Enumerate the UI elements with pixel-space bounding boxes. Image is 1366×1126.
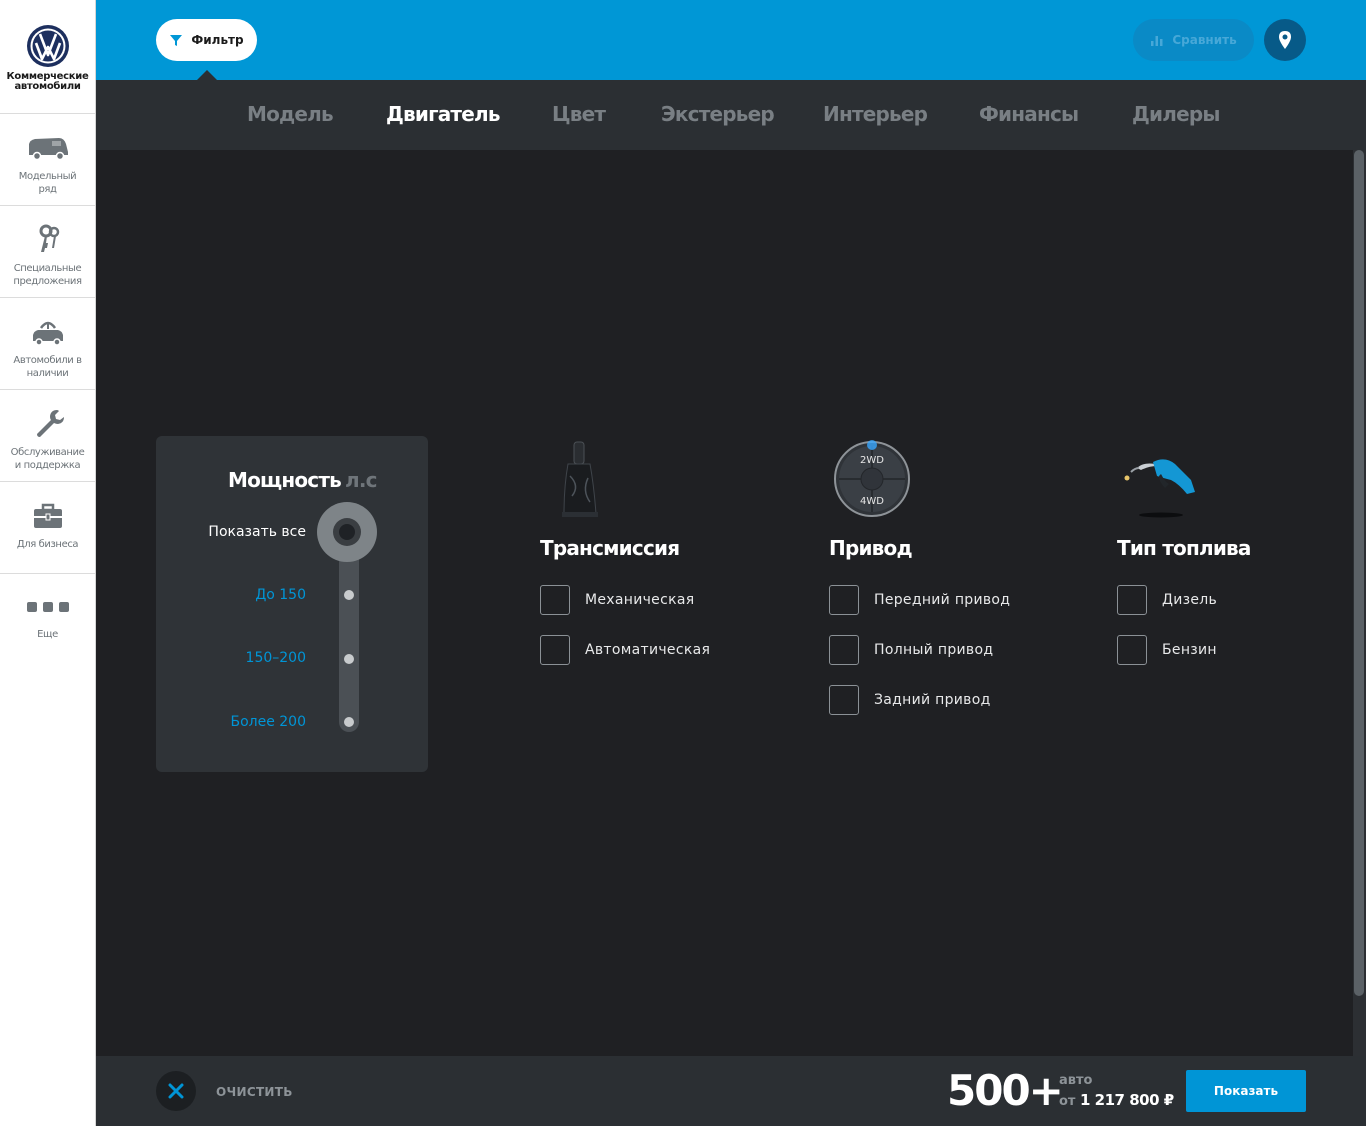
sidebar-item-label: Еще <box>37 629 58 640</box>
sidebar-item-label: Модельный ряд <box>18 171 77 195</box>
power-stop-dot[interactable] <box>344 654 354 664</box>
checkbox[interactable] <box>1117 585 1147 615</box>
sidebar-item-offers[interactable]: Специальные предложения <box>0 206 95 298</box>
location-button[interactable] <box>1264 19 1306 61</box>
tab-color[interactable]: Цвет <box>552 102 606 126</box>
sidebar-item-label: Автомобили в наличии <box>13 355 82 379</box>
sidebar-item-label: Специальные предложения <box>13 263 82 287</box>
compare-label: Сравнить <box>1172 33 1237 47</box>
van-icon <box>28 138 68 161</box>
fuel-option-petrol[interactable]: Бензин <box>1117 635 1217 665</box>
power-title: Мощность л.с <box>228 468 378 492</box>
checkbox-label: Дизель <box>1162 592 1218 608</box>
drive-title: Привод <box>829 536 913 560</box>
drive-option-all-wheel[interactable]: Полный привод <box>829 635 993 665</box>
sidebar: Коммерческие автомобили Модельный ряд Сп… <box>0 0 96 1126</box>
show-results-button[interactable]: Показать <box>1186 1070 1306 1112</box>
result-count: 500+ <box>947 1066 1064 1115</box>
checkbox[interactable] <box>829 635 859 665</box>
tab-interior[interactable]: Интерьер <box>823 102 928 126</box>
sidebar-item-stock[interactable]: Автомобили в наличии <box>0 298 95 390</box>
power-filter-panel: Мощность л.с Показать все До 150 150–200 … <box>156 436 428 772</box>
drive-selector-icon: 2WD 4WD <box>834 440 910 517</box>
checkbox[interactable] <box>540 585 570 615</box>
power-stop-dot[interactable] <box>344 717 354 727</box>
fuel-nozzle-icon <box>1124 459 1195 518</box>
checkbox-label: Автоматическая <box>585 642 711 658</box>
power-slider-knob[interactable] <box>317 502 377 562</box>
drive-icon-4wd: 4WD <box>860 496 884 507</box>
checkbox[interactable] <box>1117 635 1147 665</box>
checkbox-label: Полный привод <box>874 642 994 658</box>
car-stock-icon <box>32 321 63 346</box>
checkbox-label: Задний привод <box>874 692 991 708</box>
tab-finance[interactable]: Финансы <box>979 102 1079 126</box>
keys-icon <box>39 224 59 252</box>
fuel-option-diesel[interactable]: Дизель <box>1117 585 1217 615</box>
more-icon <box>26 602 69 612</box>
bar-chart-icon <box>1151 36 1163 46</box>
sidebar-item-label: Для бизнеса <box>16 539 79 550</box>
wrench-icon <box>36 410 64 437</box>
checkbox[interactable] <box>829 685 859 715</box>
tab-exterior[interactable]: Экстерьер <box>661 102 775 126</box>
power-unit: л.с <box>345 468 377 492</box>
result-count-unit: авто <box>1059 1073 1093 1088</box>
drive-option-rear[interactable]: Задний привод <box>829 685 991 715</box>
power-slider-track[interactable] <box>339 536 359 732</box>
location-pin-icon <box>1279 31 1291 49</box>
price-prefix: от <box>1059 1094 1076 1109</box>
clear-button[interactable] <box>156 1071 196 1111</box>
power-option-over-200[interactable]: Более 200 <box>230 714 306 730</box>
clear-label[interactable]: ОЧИСТИТЬ <box>216 1085 293 1099</box>
tab-dealers[interactable]: Дилеры <box>1132 102 1220 126</box>
checkbox[interactable] <box>540 635 570 665</box>
checkbox-label: Передний привод <box>874 592 1011 608</box>
power-title-text: Мощность <box>228 468 342 492</box>
sidebar-item-models[interactable]: Модельный ряд <box>0 114 95 206</box>
transmission-title: Трансмиссия <box>540 536 680 560</box>
scrollbar-thumb[interactable] <box>1354 150 1364 996</box>
checkbox[interactable] <box>829 585 859 615</box>
sidebar-item-service[interactable]: Обслуживание и поддержка <box>0 390 95 482</box>
brand-logo[interactable]: Коммерческие автомобили <box>0 0 95 114</box>
checkbox-label: Бензин <box>1162 642 1217 658</box>
power-stop-dot[interactable] <box>344 590 354 600</box>
filter-icon <box>170 35 183 46</box>
bottom-bar: ОЧИСТИТЬ 500+ авто от 1 217 800 ₽ Показа… <box>96 1056 1366 1126</box>
gear-shifter-icon <box>562 441 598 517</box>
briefcase-icon <box>33 503 62 528</box>
filter-label: Фильтр <box>191 33 244 47</box>
drive-option-front[interactable]: Передний привод <box>829 585 1010 615</box>
power-option-150-200[interactable]: 150–200 <box>246 650 306 666</box>
top-bar: Фильтр Сравнить <box>96 0 1366 80</box>
vw-logo-icon <box>26 25 69 67</box>
price-value: 1 217 800 ₽ <box>1080 1091 1174 1109</box>
checkbox-label: Механическая <box>585 592 695 608</box>
compare-button[interactable]: Сравнить <box>1133 19 1254 61</box>
transmission-option-auto[interactable]: Автоматическая <box>540 635 710 665</box>
power-option-under-150[interactable]: До 150 <box>255 587 306 603</box>
filter-caret <box>197 70 217 80</box>
brand-line-2: автомобили <box>14 81 81 92</box>
fuel-title: Тип топлива <box>1117 536 1251 560</box>
tab-engine[interactable]: Двигатель <box>386 102 500 126</box>
tab-model[interactable]: Модель <box>247 102 334 126</box>
transmission-option-manual[interactable]: Механическая <box>540 585 694 615</box>
power-option-all[interactable]: Показать все <box>208 524 306 540</box>
sidebar-item-label: Обслуживание и поддержка <box>10 447 85 471</box>
filter-button[interactable]: Фильтр <box>156 19 257 61</box>
close-icon <box>168 1083 184 1099</box>
sidebar-item-more[interactable]: Еще <box>0 574 95 666</box>
brand-name: Коммерческие автомобили <box>7 72 89 92</box>
result-price: от 1 217 800 ₽ <box>1059 1091 1174 1109</box>
sidebar-item-business[interactable]: Для бизнеса <box>0 482 95 574</box>
drive-icon-2wd: 2WD <box>860 455 884 466</box>
step-tabs: Модель Двигатель Цвет Экстерьер Интерьер… <box>96 80 1366 150</box>
